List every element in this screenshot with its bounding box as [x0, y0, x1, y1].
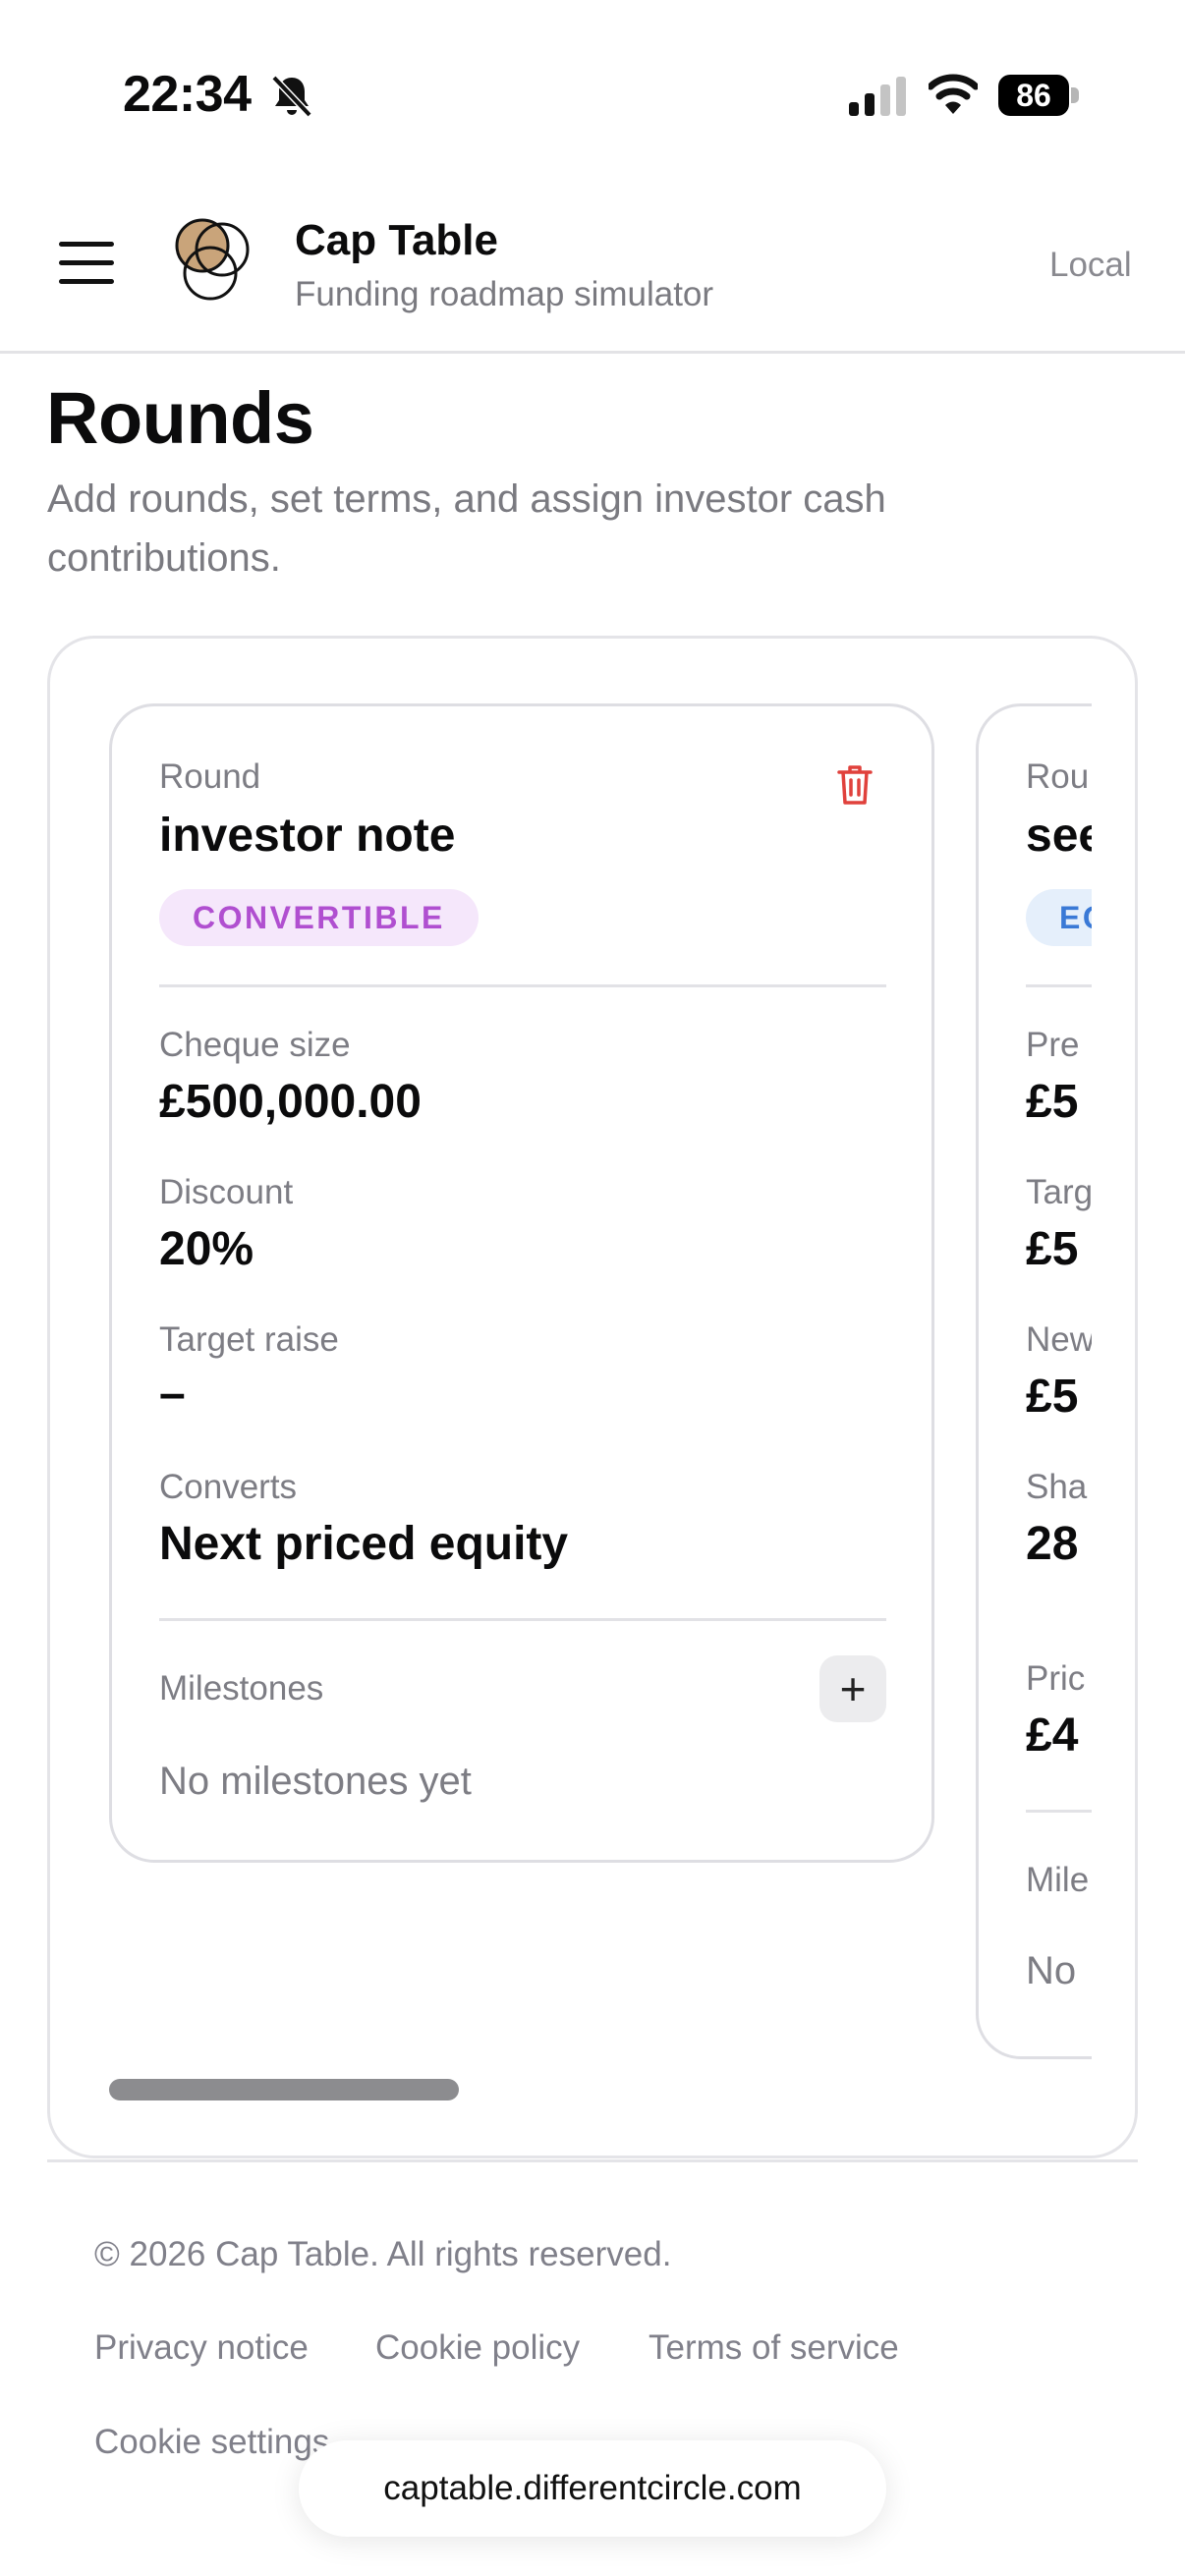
round-type-badge: CONVERTIBLE — [159, 889, 479, 946]
bell-slash-icon — [271, 75, 312, 118]
milestones-label: Milestones — [159, 1669, 324, 1708]
status-time: 22:34 — [123, 66, 252, 123]
field-label: Pre — [1026, 1026, 1080, 1064]
field-label: Converts — [159, 1468, 298, 1506]
header-divider — [0, 351, 1185, 354]
field-value: – — [159, 1368, 186, 1420]
field-label: Discount — [159, 1173, 294, 1211]
card-divider — [159, 1618, 886, 1621]
app-title: Cap Table — [295, 216, 499, 264]
browser-url-bar[interactable]: captable.differentcircle.com — [299, 2440, 886, 2537]
milestones-empty-state: No milestones yet — [159, 1760, 472, 1803]
battery-icon: 86 — [998, 75, 1081, 116]
storage-mode-button[interactable]: Local — [1049, 246, 1132, 285]
add-milestone-button[interactable]: + — [819, 1655, 886, 1722]
field-value: £5 — [1026, 1371, 1079, 1423]
field-value: Next priced equity — [159, 1518, 569, 1570]
trash-icon[interactable] — [835, 763, 875, 807]
milestones-label: Mile — [1026, 1861, 1090, 1899]
field-value: 28 — [1026, 1518, 1079, 1570]
field-label: Target raise — [159, 1320, 339, 1359]
footer-copyright: © 2026 Cap Table. All rights reserved. — [94, 2235, 672, 2273]
overlapping-circles-logo-icon — [175, 218, 250, 301]
rounds-carousel[interactable]: Round investor note CONVERTIBLE Cheque s… — [50, 639, 1092, 2112]
round-name: see — [1026, 810, 1092, 862]
field-value: £5 — [1026, 1076, 1079, 1128]
rounds-panel: Round investor note CONVERTIBLE Cheque s… — [47, 636, 1138, 2158]
field-value: £4 — [1026, 1709, 1079, 1762]
card-divider — [1026, 1810, 1092, 1813]
field-label: Sha — [1026, 1468, 1088, 1506]
page-title: Rounds — [46, 377, 314, 459]
field-value: £500,000.00 — [159, 1076, 422, 1128]
horizontal-scrollbar-thumb[interactable] — [109, 2079, 459, 2100]
page-description: Add rounds, set terms, and assign invest… — [47, 477, 886, 580]
hamburger-menu-icon[interactable] — [59, 242, 118, 289]
round-name: investor note — [159, 810, 456, 862]
cellular-signal-icon — [849, 77, 906, 116]
field-label: Targ — [1026, 1173, 1092, 1211]
wifi-icon — [929, 74, 978, 114]
footer-link-cookie-settings[interactable]: Cookie settings — [94, 2423, 329, 2462]
field-value: 20% — [159, 1223, 254, 1275]
round-type-badge: EQ — [1026, 889, 1092, 946]
footer-divider — [47, 2159, 1138, 2162]
battery-level: 86 — [998, 75, 1069, 116]
round-card: Rou see EQ Pre £5 Targ £5 New £5 Sha 28 … — [976, 703, 1092, 2059]
round-label: Rou — [1026, 757, 1090, 796]
milestones-empty-state: No — [1026, 1949, 1077, 1992]
field-value: £5 — [1026, 1223, 1079, 1275]
footer-link-privacy[interactable]: Privacy notice — [94, 2328, 309, 2368]
footer-link-terms[interactable]: Terms of service — [649, 2328, 899, 2368]
round-label: Round — [159, 757, 261, 796]
plus-icon: + — [839, 1663, 867, 1714]
card-divider — [159, 984, 886, 987]
card-divider — [1026, 984, 1092, 987]
app-subtitle: Funding roadmap simulator — [295, 275, 714, 313]
round-card: Round investor note CONVERTIBLE Cheque s… — [109, 703, 934, 1863]
field-label: New — [1026, 1320, 1092, 1359]
field-label: Cheque size — [159, 1026, 351, 1064]
field-label: Pric — [1026, 1659, 1086, 1698]
footer-link-cookie-policy[interactable]: Cookie policy — [375, 2328, 580, 2368]
